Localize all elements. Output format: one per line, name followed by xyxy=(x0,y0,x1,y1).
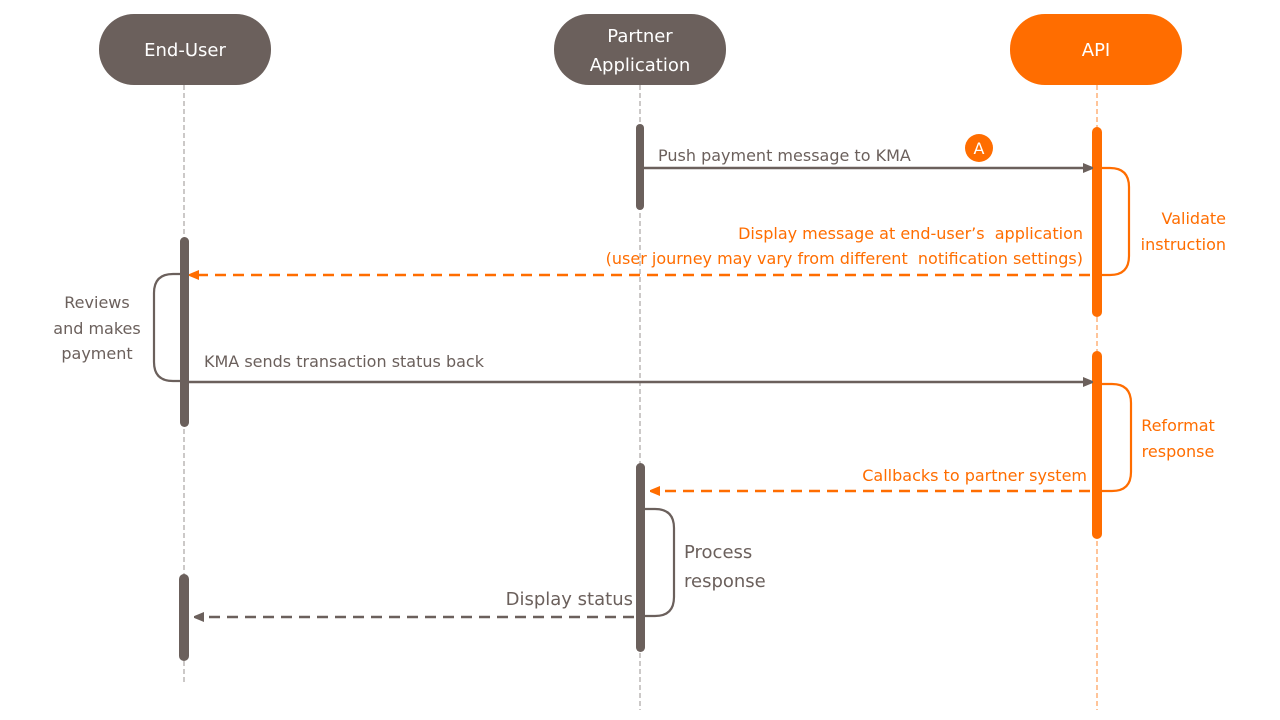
participant-label: API xyxy=(1082,40,1110,61)
activation-partner-1 xyxy=(636,124,644,210)
sequence-diagram: End-User Partner Application API Push pa… xyxy=(53,14,1226,710)
self-action-label-reformat-line1: Reformat xyxy=(1141,416,1215,435)
message-label-display-message-line1: Display message at end-user’s applicatio… xyxy=(738,224,1083,243)
self-action-label-validate-line1: Validate xyxy=(1162,209,1226,228)
participant-label: Application xyxy=(590,55,691,76)
message-label-display-message-line2: (user journey may vary from different no… xyxy=(606,249,1083,268)
activation-api-1 xyxy=(1092,127,1102,317)
self-action-label-reviews-line2: and makes xyxy=(53,319,140,338)
message-label-callbacks: Callbacks to partner system xyxy=(862,466,1087,485)
self-action-label-reformat-line2: response xyxy=(1142,442,1215,461)
self-action-label-process-line1: Process xyxy=(684,542,752,563)
participant-end-user: End-User xyxy=(99,14,271,85)
activation-end-user-1 xyxy=(180,237,189,427)
step-badge-label: A xyxy=(974,139,985,158)
message-label-push-payment: Push payment message to KMA xyxy=(658,146,911,165)
self-action-label-reviews-line1: Reviews xyxy=(64,293,129,312)
self-action-bracket-reformat xyxy=(1102,382,1133,493)
self-action-label-process-line2: response xyxy=(684,571,766,592)
activation-partner-2 xyxy=(636,463,645,652)
self-action-bracket-process xyxy=(645,507,676,618)
participant-partner-application: Partner Application xyxy=(554,14,726,85)
self-action-label-validate-line2: instruction xyxy=(1141,235,1226,254)
step-badge-a: A xyxy=(965,134,993,162)
activation-api-2 xyxy=(1092,351,1102,539)
message-label-display-status: Display status xyxy=(506,589,633,610)
self-action-bracket-validate xyxy=(1102,166,1131,277)
participant-label: End-User xyxy=(144,40,226,61)
participant-label: Partner xyxy=(607,26,673,47)
message-label-transaction-status: KMA sends transaction status back xyxy=(204,352,485,371)
self-action-bracket-reviews xyxy=(152,272,180,383)
activation-end-user-2 xyxy=(179,574,189,661)
participant-api: API xyxy=(1010,14,1182,85)
self-action-label-reviews-line3: payment xyxy=(61,344,132,363)
